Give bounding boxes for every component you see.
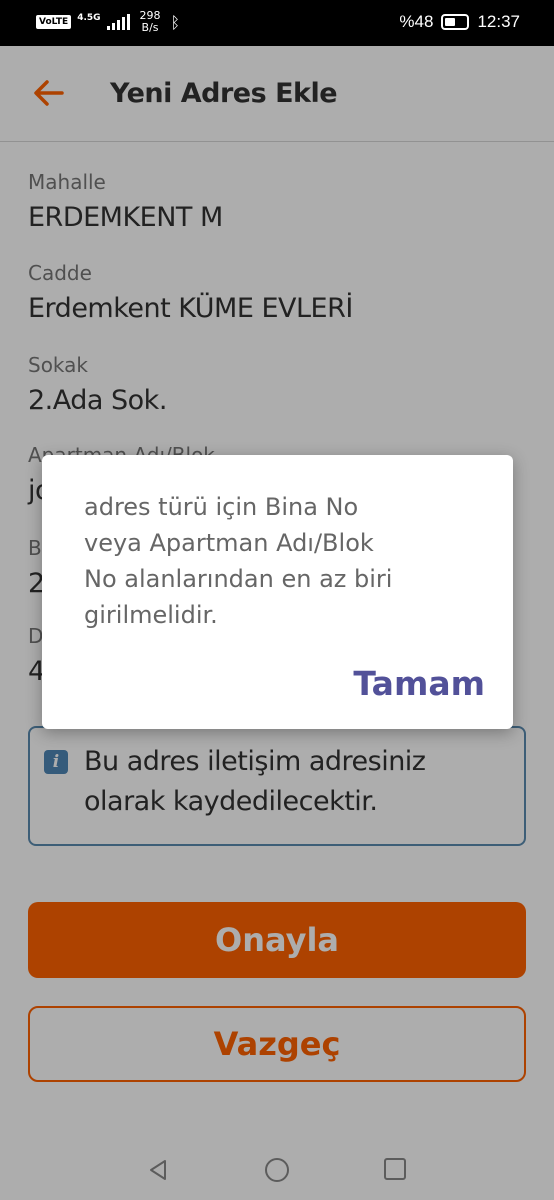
battery-icon: [441, 14, 470, 30]
alert-dialog: adres türü için Bina No veya Apartman Ad…: [42, 455, 513, 729]
bluetooth-icon: ᛒ: [170, 12, 181, 32]
battery-percent: %48: [399, 12, 434, 31]
network-speed: 298 B/s: [140, 10, 161, 34]
dialog-ok-button[interactable]: Tamam: [353, 664, 485, 703]
signal-icon: [106, 14, 130, 30]
status-bar: VoLTE 4.5G 298 B/s ᛒ %48 12:37: [0, 0, 554, 46]
dialog-message: adres türü için Bina No veya Apartman Ad…: [84, 493, 393, 629]
battery-fill: [445, 18, 456, 26]
speed-unit: B/s: [141, 21, 159, 34]
status-right: %48 12:37: [399, 12, 520, 32]
clock: 12:37: [477, 12, 520, 31]
network-type: 4.5G: [77, 13, 101, 23]
status-left: VoLTE 4.5G 298 B/s ᛒ: [36, 10, 180, 34]
volte-badge: VoLTE: [36, 15, 72, 29]
